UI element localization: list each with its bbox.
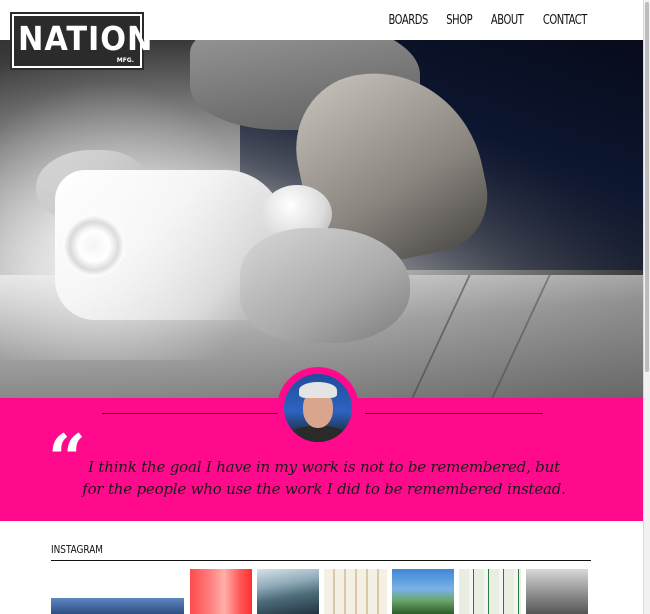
quote-rule-right: [365, 413, 543, 414]
quote-text: I think the goal I have in my work is no…: [74, 456, 574, 500]
instagram-thumb-field[interactable]: [392, 569, 454, 614]
instagram-thumb-white-boards[interactable]: [459, 569, 521, 614]
quote-line-2: for the people who use the work I did to…: [82, 480, 566, 498]
instagram-rule: [51, 560, 591, 561]
instagram-thumb-people[interactable]: [526, 569, 588, 614]
nav-boards[interactable]: BOARDS: [389, 13, 429, 28]
brand-logo[interactable]: NATION MFG.: [10, 12, 152, 70]
avatar: [277, 367, 359, 449]
nav-contact[interactable]: CONTACT: [543, 13, 587, 28]
quote-rule-left: [102, 413, 280, 414]
page: BOARDS SHOP ABOUT CONTACT NATION MFG. “ …: [0, 0, 644, 614]
quote-line-1: I think the goal I have in my work is no…: [88, 458, 560, 476]
main-nav: BOARDS SHOP ABOUT CONTACT: [385, 13, 591, 28]
nav-about[interactable]: ABOUT: [491, 13, 524, 28]
scrollbar-thumb[interactable]: [645, 2, 649, 372]
instagram-thumb-board-rack[interactable]: [324, 569, 387, 614]
instagram-section: INSTAGRAM: [0, 521, 643, 614]
brand-name: NATION: [18, 19, 154, 58]
scrollbar[interactable]: [644, 0, 650, 614]
instagram-thumb-surfer-wave[interactable]: [257, 569, 319, 614]
brand-sub: MFG.: [116, 57, 134, 64]
hero-image: [0, 40, 643, 398]
instagram-thumb-red-boards[interactable]: [190, 569, 252, 614]
instagram-thumb-beach[interactable]: [51, 598, 184, 614]
instagram-title: INSTAGRAM: [51, 543, 104, 556]
nav-shop[interactable]: SHOP: [447, 13, 473, 28]
